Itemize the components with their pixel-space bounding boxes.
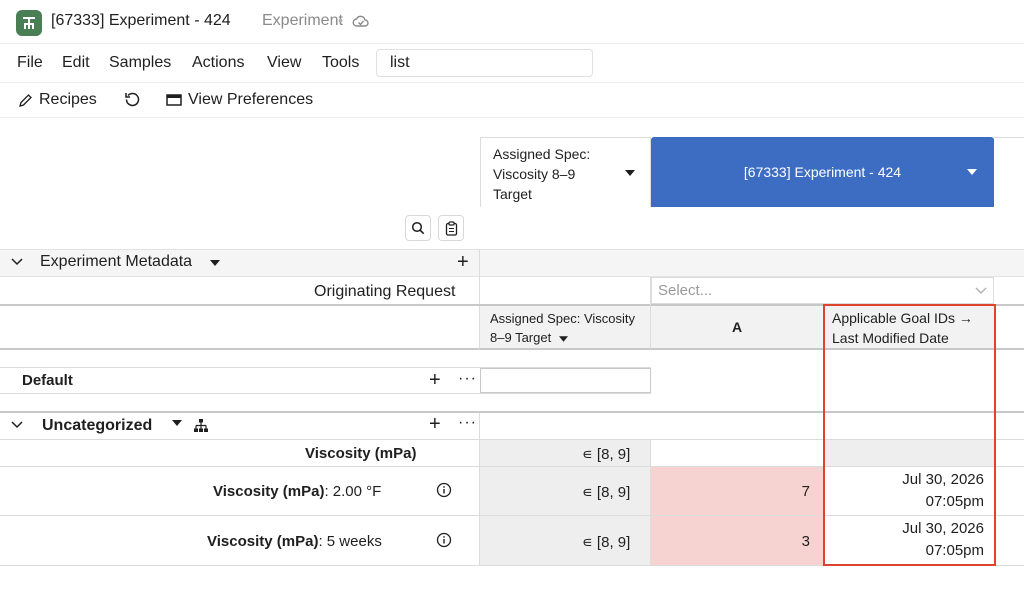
search-button[interactable] (405, 215, 431, 241)
menu-file[interactable]: File (17, 54, 43, 72)
spec-column-header[interactable]: Assigned Spec: Viscosity 8–9 Target (480, 137, 651, 207)
menu-actions[interactable]: Actions (192, 54, 244, 72)
spec-range: ∊ [8, 9] (582, 484, 631, 501)
refresh-button[interactable] (124, 91, 141, 108)
row-label: Viscosity (mPa): 2.00 °F (213, 483, 382, 500)
add-metadata-icon[interactable]: + (457, 251, 469, 273)
view-preferences-label: View Preferences (188, 91, 314, 108)
more-options-icon[interactable]: ··· (458, 370, 477, 388)
add-default-icon[interactable]: + (429, 369, 441, 391)
document-title: [67333] Experiment - 424 (51, 12, 231, 29)
header-filler (994, 137, 1024, 207)
last-modified-date: Jul 30, 2026 07:05pm (902, 520, 984, 559)
sample-column-header[interactable]: [67333] Experiment - 424 (651, 137, 994, 207)
metadata-section-title[interactable]: Experiment Metadata (40, 253, 192, 271)
add-uncategorized-icon[interactable]: + (429, 413, 441, 435)
uncategorized-section-title[interactable]: Uncategorized (42, 417, 152, 435)
info-icon[interactable] (436, 532, 452, 548)
clipboard-button[interactable] (438, 215, 464, 241)
column-a-header[interactable]: A (651, 306, 823, 348)
title-separator: • (338, 12, 343, 28)
spec-header-label: Assigned Spec: Viscosity 8–9 Target (493, 146, 591, 202)
menu-view[interactable]: View (267, 54, 301, 72)
caret-down-icon[interactable] (558, 336, 568, 342)
document-type: Experiment (262, 12, 343, 29)
window-icon (166, 94, 182, 106)
last-modified-date: Jul 30, 2026 07:05pm (902, 471, 984, 510)
originating-request-label: Originating Request (314, 283, 456, 300)
caret-down-icon[interactable] (625, 170, 635, 176)
menu-samples[interactable]: Samples (109, 54, 171, 72)
caret-down-icon[interactable] (967, 169, 977, 175)
chevron-down-icon (975, 287, 987, 294)
toolbar (0, 84, 1024, 118)
info-icon[interactable] (436, 482, 452, 498)
menu-edit[interactable]: Edit (62, 54, 90, 72)
more-options-icon[interactable]: ··· (458, 414, 477, 432)
menu-tools[interactable]: Tools (322, 54, 359, 72)
sample-value[interactable]: 7 (790, 483, 810, 500)
goal-ids-column-header[interactable]: Applicable Goal IDs → Last Modified Date (825, 306, 994, 348)
hierarchy-icon[interactable] (193, 418, 209, 433)
row-label: Viscosity (mPa): 5 weeks (207, 533, 382, 550)
clipboard-icon (445, 220, 457, 236)
sample-header-label: [67333] Experiment - 424 (743, 164, 902, 180)
row-label: Viscosity (mPa) (305, 445, 417, 462)
refresh-icon (125, 92, 140, 107)
recipes-label: Recipes (39, 91, 97, 108)
menu-search-input[interactable]: list (376, 49, 593, 77)
spec-range: ∊ [8, 9] (582, 446, 631, 463)
spec-subheader[interactable]: Assigned Spec: Viscosity 8–9 Target (480, 306, 650, 348)
caret-down-icon[interactable] (172, 420, 182, 426)
pencil-icon (19, 93, 32, 107)
caret-down-icon[interactable] (210, 260, 220, 266)
default-spec-cell[interactable] (480, 368, 651, 393)
cloud-sync-icon[interactable] (352, 13, 370, 33)
select-placeholder: Select... (658, 282, 713, 299)
date-cell (825, 440, 994, 466)
spec-range: ∊ [8, 9] (582, 534, 631, 551)
default-section-title: Default (22, 372, 73, 389)
recipes-button[interactable]: Recipes (18, 91, 97, 109)
app-logo-icon[interactable] (16, 10, 42, 36)
originating-request-select[interactable]: Select... (651, 277, 994, 304)
sample-value[interactable]: 3 (790, 533, 810, 550)
chevron-down-icon[interactable] (11, 258, 23, 266)
chevron-down-icon[interactable] (11, 421, 23, 429)
search-icon (411, 221, 425, 235)
view-preferences-button[interactable]: View Preferences (166, 91, 313, 109)
